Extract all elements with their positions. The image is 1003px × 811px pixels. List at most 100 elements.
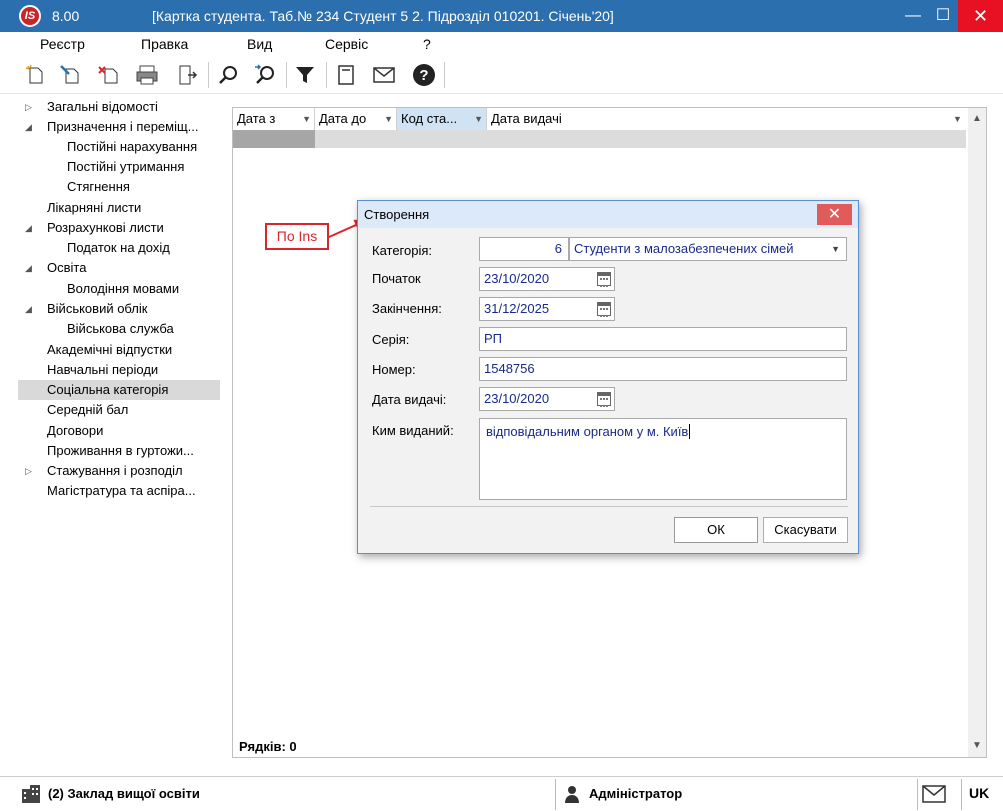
column-header-label: Дата до (319, 111, 367, 126)
mail-icon[interactable] (371, 62, 397, 88)
dropdown-arrow-icon[interactable]: ▼ (474, 108, 483, 130)
maximize-button[interactable]: ☐ (928, 0, 958, 32)
tree-item-military-record[interactable]: ◢ Військовий облік (0, 299, 220, 319)
number-field[interactable]: 1548756 (479, 357, 847, 381)
minimize-button[interactable]: — (898, 0, 928, 32)
scroll-down-icon[interactable]: ▼ (968, 737, 986, 755)
language-indicator[interactable]: UK (969, 785, 989, 801)
calendar-icon[interactable] (597, 392, 611, 407)
vertical-scrollbar[interactable]: ▲ ▼ (968, 108, 986, 757)
scroll-up-icon[interactable]: ▲ (968, 110, 986, 128)
start-date-value: 23/10/2020 (484, 271, 550, 286)
ok-button[interactable]: ОК (674, 517, 758, 543)
tree-item-label: Володіння мовами (67, 281, 180, 296)
navigation-tree: ▷ Загальні відомості ◢ Призначення і перем… (0, 97, 226, 767)
number-label: Номер: (372, 362, 416, 377)
tree-item-label: Розрахункові листи (47, 220, 164, 235)
messages-icon[interactable] (922, 785, 946, 806)
cancel-button[interactable]: Скасувати (763, 517, 848, 543)
tree-item-income-tax[interactable]: Податок на дохід (0, 238, 220, 258)
column-chooser-icon[interactable]: ▼ (953, 108, 967, 130)
form-icon[interactable] (333, 62, 359, 88)
tree-item-label: Академічні відпустки (47, 342, 173, 357)
search-icon[interactable] (216, 62, 242, 88)
column-header-date-to[interactable]: Дата до ▼ (315, 108, 397, 130)
tree-item-languages[interactable]: Володіння мовами (0, 279, 220, 299)
help-icon[interactable]: ? (411, 62, 437, 88)
tree-item-label: Проживання в гуртожи... (47, 443, 194, 458)
tree-item-contracts[interactable]: Договори (0, 421, 220, 441)
tree-item-general[interactable]: ▷ Загальні відомості (0, 97, 220, 117)
issued-by-textarea[interactable]: відповідальним органом у м. Київ (479, 418, 847, 500)
status-separator (917, 779, 918, 810)
tree-item-sick-leaves[interactable]: Лікарняні листи (0, 198, 220, 218)
expand-arrow-icon[interactable]: ▷ (25, 97, 35, 117)
close-window-button[interactable]: ✕ (958, 0, 1003, 32)
dropdown-arrow-icon[interactable]: ▼ (384, 108, 393, 130)
menu-view[interactable]: Вид (247, 36, 272, 52)
column-header-status-code[interactable]: Код ста... ▼ (397, 108, 487, 130)
tree-item-label: Освіта (47, 260, 87, 275)
tree-item-label: Стягнення (67, 179, 130, 194)
tree-item-label: Договори (47, 423, 104, 438)
series-field[interactable]: РП (479, 327, 847, 351)
column-header-date-from[interactable]: Дата з ▼ (233, 108, 315, 130)
filter-row[interactable] (233, 130, 966, 148)
collapse-arrow-icon[interactable]: ◢ (25, 258, 35, 278)
calendar-icon[interactable] (597, 302, 611, 317)
start-date-field[interactable]: 23/10/2020 (479, 267, 615, 291)
collapse-arrow-icon[interactable]: ◢ (25, 218, 35, 238)
menu-edit[interactable]: Правка (141, 36, 188, 52)
start-label: Початок (372, 271, 421, 286)
end-date-field[interactable]: 31/12/2025 (479, 297, 615, 321)
collapse-arrow-icon[interactable]: ◢ (25, 117, 35, 137)
row-indicator (233, 130, 315, 148)
row-count: Рядків: 0 (239, 739, 297, 754)
category-code-field[interactable]: 6 (479, 237, 569, 261)
tree-item-penalties[interactable]: Стягнення (0, 177, 220, 197)
tree-item-military-service[interactable]: Військова служба (0, 319, 220, 339)
delete-doc-icon[interactable] (95, 62, 121, 88)
tree-item-payslips[interactable]: ◢ Розрахункові листи (0, 218, 220, 238)
toolbar-separator (286, 62, 287, 88)
tree-item-social-category[interactable]: Соціальна категорія (18, 380, 220, 400)
issue-date-value: 23/10/2020 (484, 391, 550, 406)
tree-item-education[interactable]: ◢ Освіта (0, 258, 220, 278)
tree-item-masters[interactable]: Магістратура та аспіра... (0, 481, 220, 501)
expand-arrow-icon[interactable]: ▷ (25, 461, 35, 481)
print-icon[interactable] (134, 62, 160, 88)
exit-icon[interactable] (174, 62, 200, 88)
tree-item-label: Військовий облік (47, 301, 148, 316)
chevron-down-icon[interactable]: ▼ (831, 238, 840, 260)
tree-item-label: Призначення і переміщ... (47, 119, 199, 134)
create-dialog: Створення ✕ Категорія: 6 Студенти з мало… (357, 200, 859, 554)
edit-doc-icon[interactable] (57, 62, 83, 88)
menu-registry[interactable]: Реєстр (40, 36, 85, 52)
menu-service[interactable]: Сервіс (325, 36, 368, 52)
tree-item-assignments[interactable]: ◢ Призначення і переміщ... (0, 117, 220, 137)
column-header-issue-date[interactable]: Дата видачі (487, 108, 953, 130)
text-cursor (689, 424, 691, 439)
tree-item-dormitory[interactable]: Проживання в гуртожи... (0, 441, 220, 461)
tree-item-academic-leaves[interactable]: Академічні відпустки (0, 340, 220, 360)
tree-item-permanent-deductions[interactable]: Постійні утримання (0, 157, 220, 177)
new-doc-icon[interactable] (22, 62, 48, 88)
tree-item-study-periods[interactable]: Навчальні періоди (0, 360, 220, 380)
dialog-divider (370, 506, 848, 507)
dialog-close-button[interactable]: ✕ (817, 204, 852, 225)
issue-date-field[interactable]: 23/10/2020 (479, 387, 615, 411)
filter-icon[interactable] (292, 62, 318, 88)
tree-item-permanent-accruals[interactable]: Постійні нарахування (0, 137, 220, 157)
organization-name[interactable]: (2) Заклад вищої освіти (48, 786, 200, 801)
menu-help[interactable]: ? (423, 36, 431, 52)
app-version: 8.00 (52, 8, 80, 24)
tree-item-average-grade[interactable]: Середній бал (0, 400, 220, 420)
collapse-arrow-icon[interactable]: ◢ (25, 299, 35, 319)
category-select[interactable]: Студенти з малозабезпечених сімей ▼ (569, 237, 847, 261)
user-name[interactable]: Адміністратор (589, 786, 682, 801)
dropdown-arrow-icon[interactable]: ▼ (302, 108, 311, 130)
calendar-icon[interactable] (597, 272, 611, 287)
tree-item-internship[interactable]: ▷ Стажування і розподіл (0, 461, 220, 481)
find-next-icon[interactable] (252, 62, 278, 88)
dialog-header[interactable]: Створення ✕ (358, 201, 858, 228)
